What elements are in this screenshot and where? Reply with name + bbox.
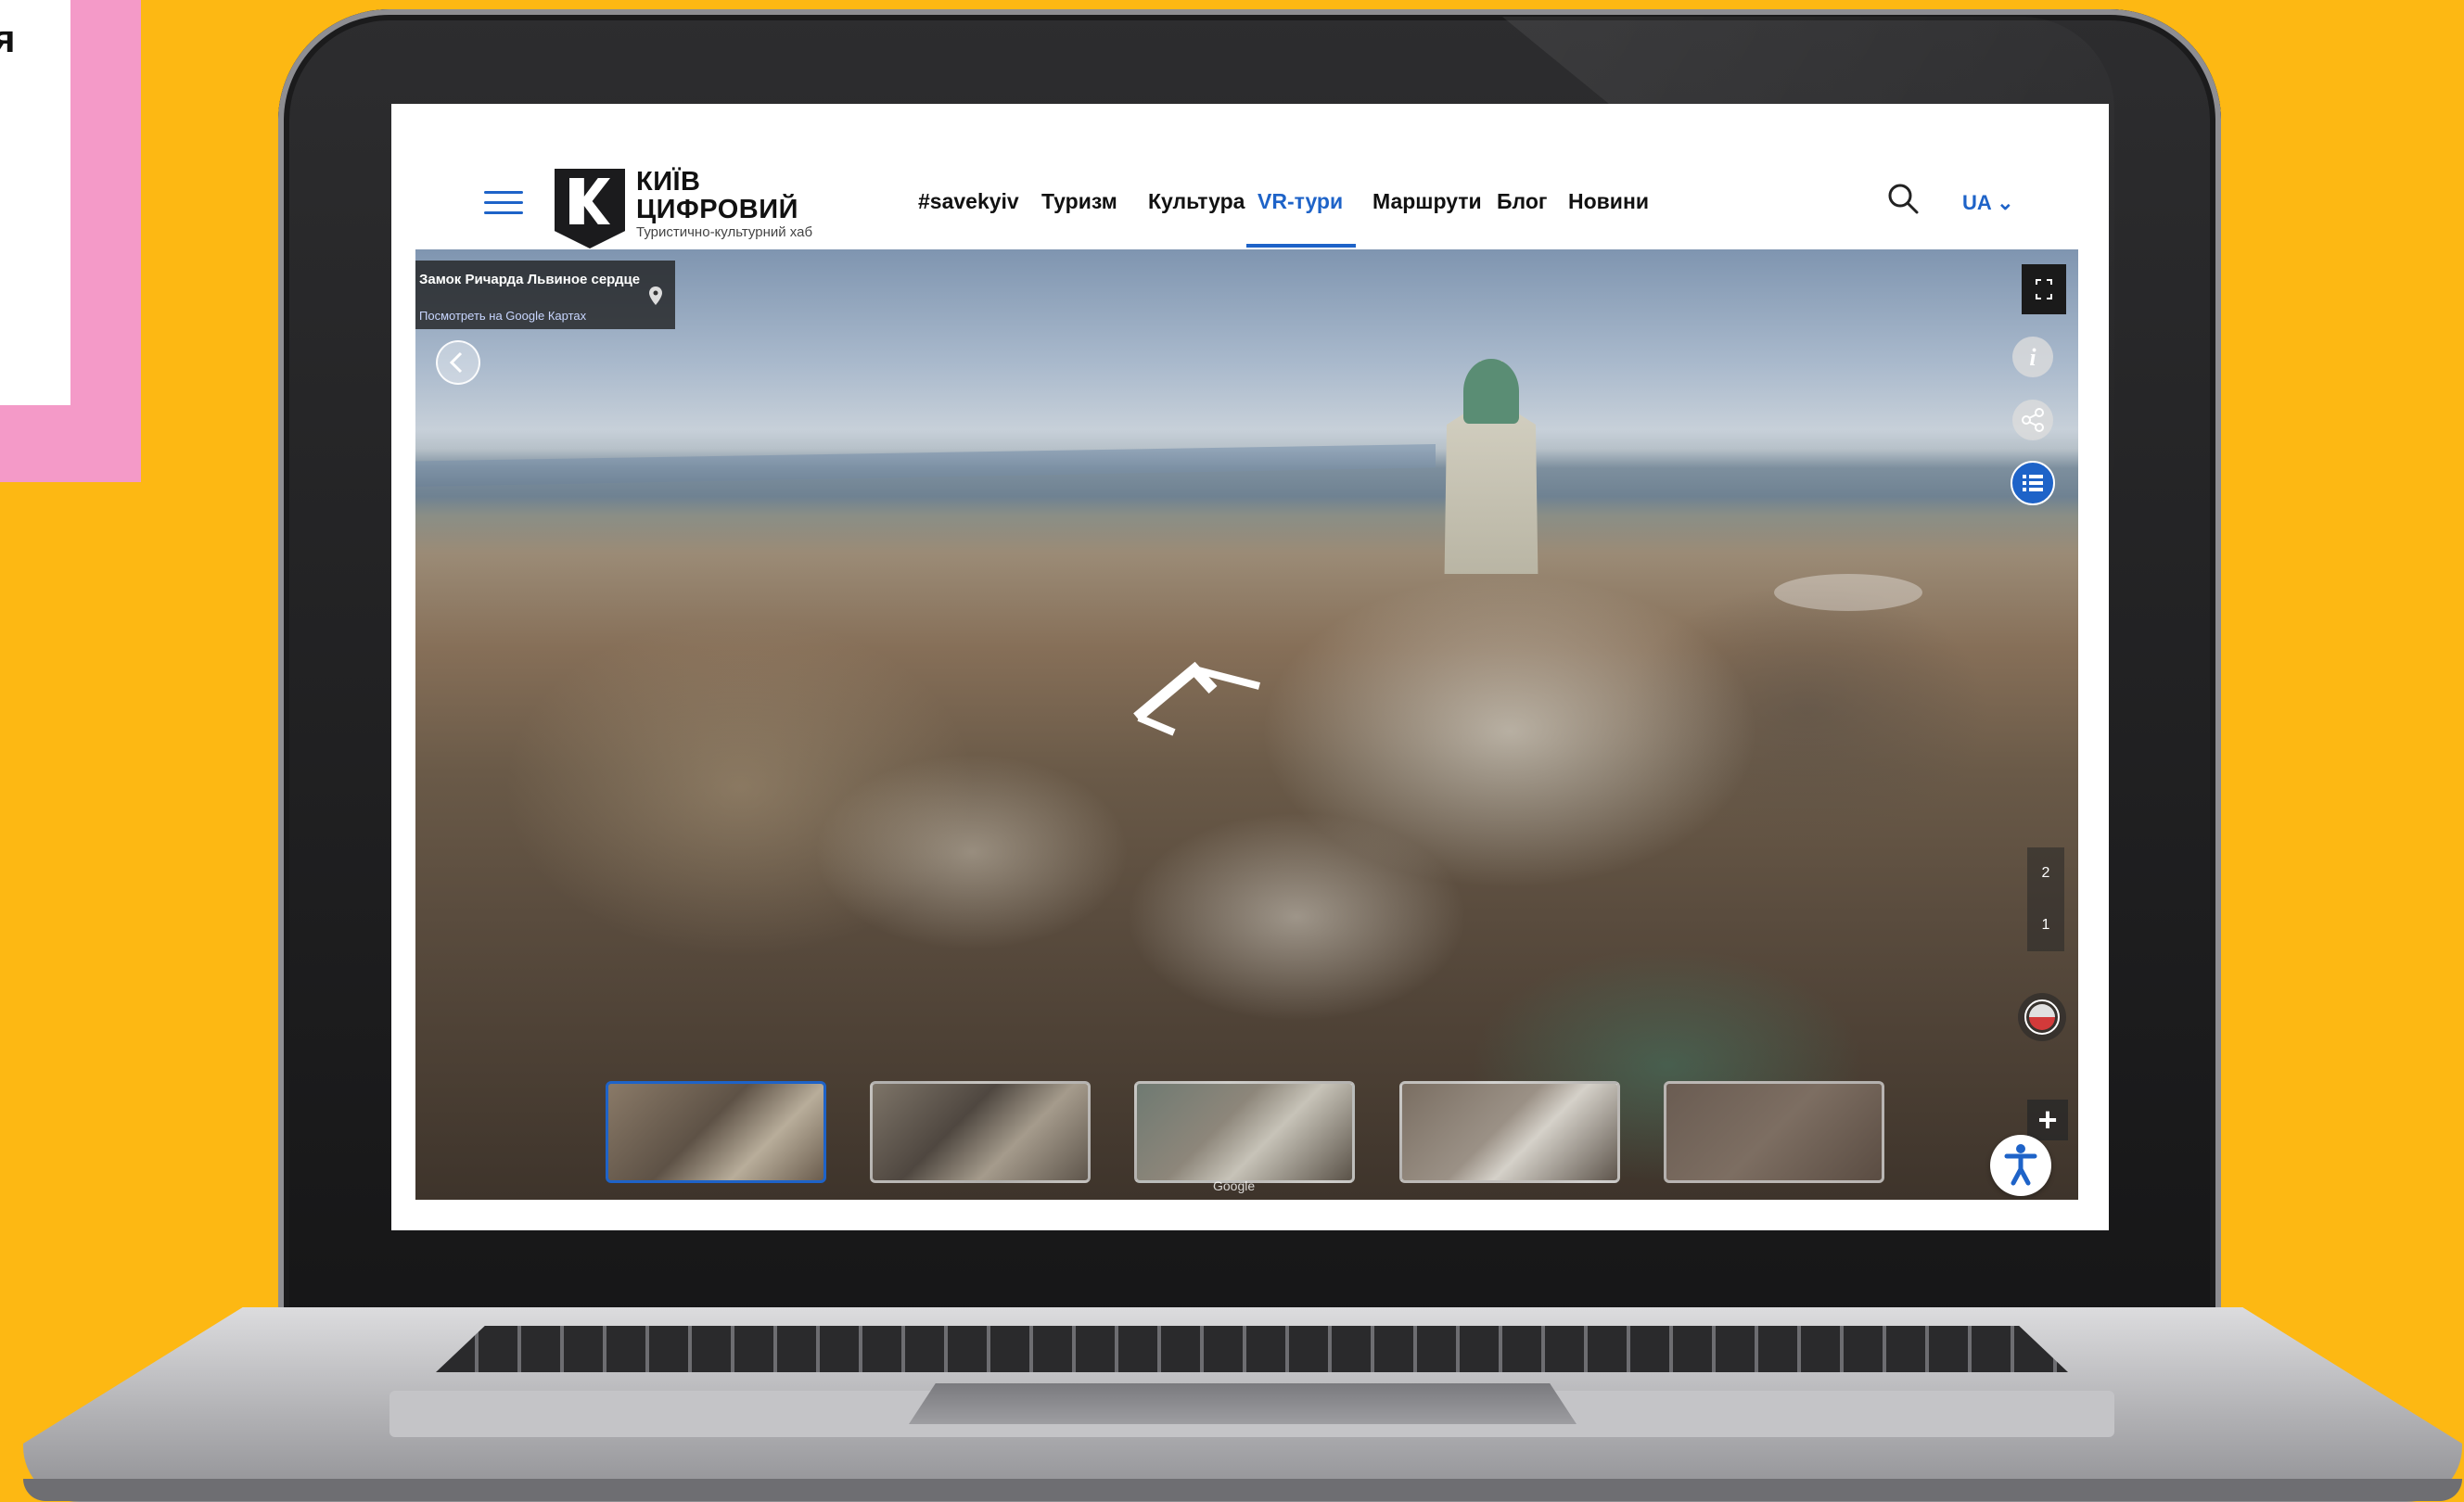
compass-icon[interactable] <box>2018 993 2066 1041</box>
church-dome <box>1463 359 1519 424</box>
laptop-base-edge <box>23 1479 2462 1501</box>
promo-card: я <box>0 0 70 405</box>
nav-savekyiv[interactable]: #savekyiv <box>918 189 1019 214</box>
nav-tourism[interactable]: Туризм <box>1041 189 1117 214</box>
location-info-box[interactable]: Замок Ричарда Львиное сердце Посмотреть … <box>415 261 675 329</box>
scene-thumbnail-5[interactable] <box>1664 1081 1884 1183</box>
scene-thumbnail-3[interactable] <box>1134 1081 1355 1183</box>
river <box>415 444 1436 487</box>
floor-button-1[interactable]: 1 <box>2027 899 2064 951</box>
site-header: КИЇВ ЦИФРОВИЙ Туристично-культурний хаб … <box>415 159 2078 249</box>
floor-button-2[interactable]: 2 <box>2027 847 2064 899</box>
promo-card-frame: я <box>0 0 141 482</box>
search-icon[interactable] <box>1884 180 1921 217</box>
website: КИЇВ ЦИФРОВИЙ Туристично-культурний хаб … <box>415 159 2078 1200</box>
logo-title-line2[interactable]: ЦИФРОВИЙ <box>636 195 798 225</box>
nav-routes[interactable]: Маршрути <box>1372 189 1482 214</box>
google-maps-link[interactable]: Посмотреть на Google Картах <box>419 309 586 323</box>
laptop-screen: КИЇВ ЦИФРОВИЙ Туристично-культурний хаб … <box>391 104 2109 1230</box>
nav-culture[interactable]: Культура <box>1148 189 1245 214</box>
hamburger-menu-icon[interactable] <box>484 191 523 215</box>
nav-blog[interactable]: Блог <box>1497 189 1547 214</box>
logo-title-line1[interactable]: КИЇВ <box>636 167 701 197</box>
google-attribution: Google <box>1213 1178 1256 1193</box>
language-selector[interactable]: UA ⌄ <box>1962 191 2014 215</box>
trackpad-notch <box>909 1383 1577 1424</box>
share-icon[interactable] <box>2012 400 2053 440</box>
move-arrow-icon[interactable] <box>1130 653 1278 736</box>
nav-vr-tours[interactable]: VR-тури <box>1258 189 1343 214</box>
floor-selector: 2 1 <box>2027 847 2064 951</box>
info-icon[interactable]: i <box>2012 337 2053 377</box>
keyboard <box>436 1326 2068 1372</box>
svg-text:i: i <box>2029 344 2036 371</box>
active-tab-indicator <box>1246 244 1356 248</box>
nav-news[interactable]: Новини <box>1568 189 1649 214</box>
promo-card-text: я <box>0 17 16 60</box>
logo-subtitle: Туристично-культурний хаб <box>636 224 813 240</box>
scene-thumbnail-4[interactable] <box>1399 1081 1620 1183</box>
logo-icon[interactable] <box>555 169 625 248</box>
back-arrow-icon[interactable] <box>436 340 480 385</box>
menu-grid-icon[interactable] <box>2011 461 2055 505</box>
location-pin-icon[interactable] <box>649 286 662 305</box>
accessibility-icon[interactable] <box>1990 1135 2051 1196</box>
hotspot-marker[interactable] <box>1774 574 1922 611</box>
vr-panorama-viewer[interactable]: Замок Ричарда Львиное сердце Посмотреть … <box>415 249 2078 1200</box>
fullscreen-icon[interactable] <box>2022 264 2066 314</box>
scene-thumbnail-1[interactable] <box>606 1081 826 1183</box>
scene-thumbnail-2[interactable] <box>870 1081 1091 1183</box>
location-title: Замок Ричарда Львиное сердце <box>419 272 641 287</box>
